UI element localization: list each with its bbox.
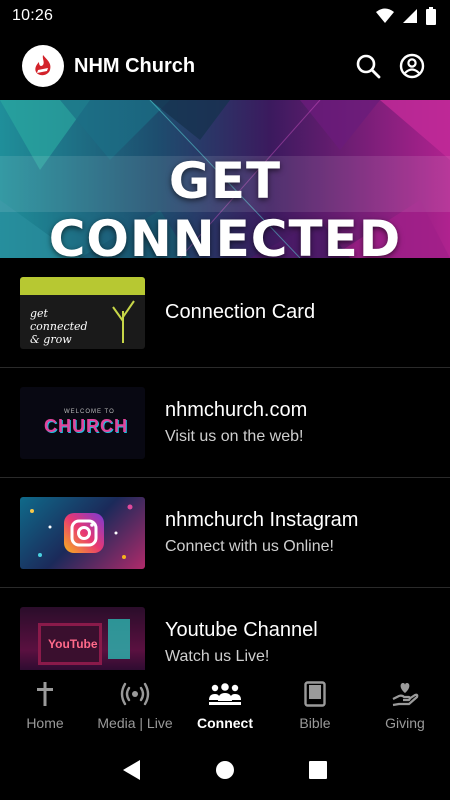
list-item-website[interactable]: WELCOME TO CHURCH nhmchurch.com Visit us… xyxy=(0,368,450,478)
nav-icon-wrap xyxy=(391,679,419,709)
sprout-icon xyxy=(112,299,135,343)
thumb-panel xyxy=(108,618,130,659)
list-item-title: Connection Card xyxy=(165,301,316,323)
list-item-title: Youtube Channel xyxy=(165,619,318,641)
status-time: 10:26 xyxy=(12,7,54,24)
bottom-navigation: Home Media | Live Connect Bible Giving xyxy=(0,670,450,740)
nav-label: Media | Live xyxy=(97,715,173,731)
instagram-thumbnail xyxy=(20,496,145,569)
status-bar: 10:26 xyxy=(0,0,450,32)
cross-icon xyxy=(37,682,53,706)
battery-icon xyxy=(426,7,436,25)
home-icon[interactable] xyxy=(215,760,235,780)
church-logo[interactable] xyxy=(22,45,64,87)
back-icon[interactable] xyxy=(122,759,142,781)
list-item-text: Youtube Channel Watch us Live! xyxy=(165,619,318,666)
list-item-youtube[interactable]: YouTube Youtube Channel Watch us Live! xyxy=(0,588,450,670)
nav-bible[interactable]: Bible xyxy=(270,670,360,740)
list-item-subtitle: Watch us Live! xyxy=(165,648,270,665)
thumb-small-caption: WELCOME TO xyxy=(64,408,115,415)
thumb-caption: get connected & grow xyxy=(30,306,88,346)
website-thumbnail: WELCOME TO CHURCH xyxy=(20,386,145,459)
recents-icon[interactable] xyxy=(308,760,328,780)
list-item-title: nhmchurch.com xyxy=(165,399,308,421)
signal-icon xyxy=(403,9,417,23)
nav-icon-wrap xyxy=(304,679,326,709)
thumb-caption: CHURCH xyxy=(44,415,128,436)
list-item-text: nhmchurch.com Visit us on the web! xyxy=(165,399,307,446)
nav-label: Connect xyxy=(197,715,253,731)
app-bar: NHM Church xyxy=(0,32,450,100)
account-button[interactable] xyxy=(390,44,434,88)
list-item-instagram[interactable]: nhmchurch Instagram Connect with us Onli… xyxy=(0,478,450,588)
list-item-title: nhmchurch Instagram xyxy=(165,509,359,531)
account-circle-icon xyxy=(399,53,425,79)
nav-label: Home xyxy=(26,715,64,731)
nav-media-live[interactable]: Media | Live xyxy=(90,670,180,740)
hand-heart-icon xyxy=(392,683,419,707)
nav-label: Giving xyxy=(385,715,425,731)
thumb-sparkles xyxy=(30,504,133,559)
list-item-text: nhmchurch Instagram Connect with us Onli… xyxy=(165,509,358,556)
list-item-subtitle: Connect with us Online! xyxy=(165,538,334,555)
nav-giving[interactable]: Giving xyxy=(360,670,450,740)
nav-icon-wrap xyxy=(209,679,241,709)
system-navigation xyxy=(0,740,450,800)
connect-list: get connected & grow Connection Card WEL… xyxy=(0,258,450,670)
status-icons xyxy=(376,7,436,25)
nav-connect[interactable]: Connect xyxy=(180,670,270,740)
nav-home[interactable]: Home xyxy=(0,670,90,740)
thumb-caption: YouTube xyxy=(48,636,98,651)
search-icon xyxy=(356,54,381,79)
nav-icon-wrap xyxy=(35,679,55,709)
list-item-subtitle: Visit us on the web! xyxy=(165,428,304,445)
nav-icon-wrap xyxy=(120,679,150,709)
banner-title: GET CONNECTED xyxy=(48,152,402,258)
flame-logo-icon xyxy=(35,55,51,76)
search-button[interactable] xyxy=(346,44,390,88)
get-connected-banner: GET CONNECTED xyxy=(0,100,450,258)
connection-card-thumbnail: get connected & grow xyxy=(20,276,145,349)
list-item-connection-card[interactable]: get connected & grow Connection Card xyxy=(0,258,450,368)
group-icon xyxy=(209,683,241,705)
nav-label: Bible xyxy=(299,715,331,731)
broadcast-icon xyxy=(120,682,150,706)
app-title: NHM Church xyxy=(74,54,196,77)
book-icon xyxy=(304,681,326,707)
youtube-thumbnail: YouTube xyxy=(20,606,145,670)
list-item-text: Connection Card xyxy=(165,301,315,324)
wifi-icon xyxy=(376,8,394,23)
